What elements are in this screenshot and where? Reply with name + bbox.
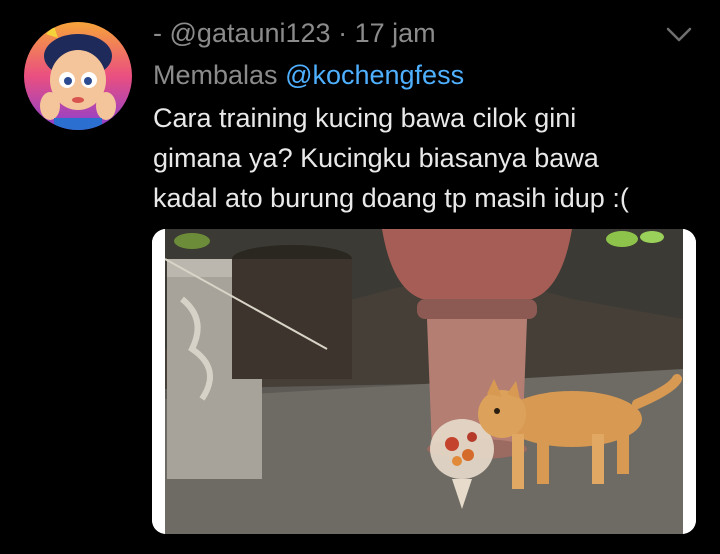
replying-to-label: Membalas <box>153 60 278 90</box>
tweet-timestamp[interactable]: 17 jam <box>355 18 436 48</box>
author-name[interactable]: - <box>153 18 162 48</box>
avatar[interactable] <box>24 22 132 130</box>
chevron-down-icon <box>666 27 692 42</box>
tweet-header: - @gatauni123 · 17 jam <box>153 16 680 50</box>
tweet-text: Cara training kucing bawa cilok gini gim… <box>153 98 673 218</box>
reply-to-mention[interactable]: @kochengfess <box>285 60 464 90</box>
author-handle[interactable]: @gatauni123 <box>170 18 331 48</box>
cat-carrying-bag-photo-icon <box>152 229 696 534</box>
tweet-text-line: gimana ya? Kucingku biasanya bawa <box>153 143 599 173</box>
header-separator: · <box>338 18 348 48</box>
tweet-text-line: Cara training kucing bawa cilok gini <box>153 103 577 133</box>
tweet[interactable]: - @gatauni123 · 17 jam Membalas @kocheng… <box>0 0 720 554</box>
replying-to: Membalas @kochengfess <box>153 57 464 93</box>
avatar-illustration-icon <box>24 22 132 130</box>
more-options-button[interactable] <box>665 26 693 44</box>
tweet-media[interactable] <box>152 229 696 534</box>
tweet-text-line: kadal ato burung doang tp masih idup :( <box>153 183 629 213</box>
